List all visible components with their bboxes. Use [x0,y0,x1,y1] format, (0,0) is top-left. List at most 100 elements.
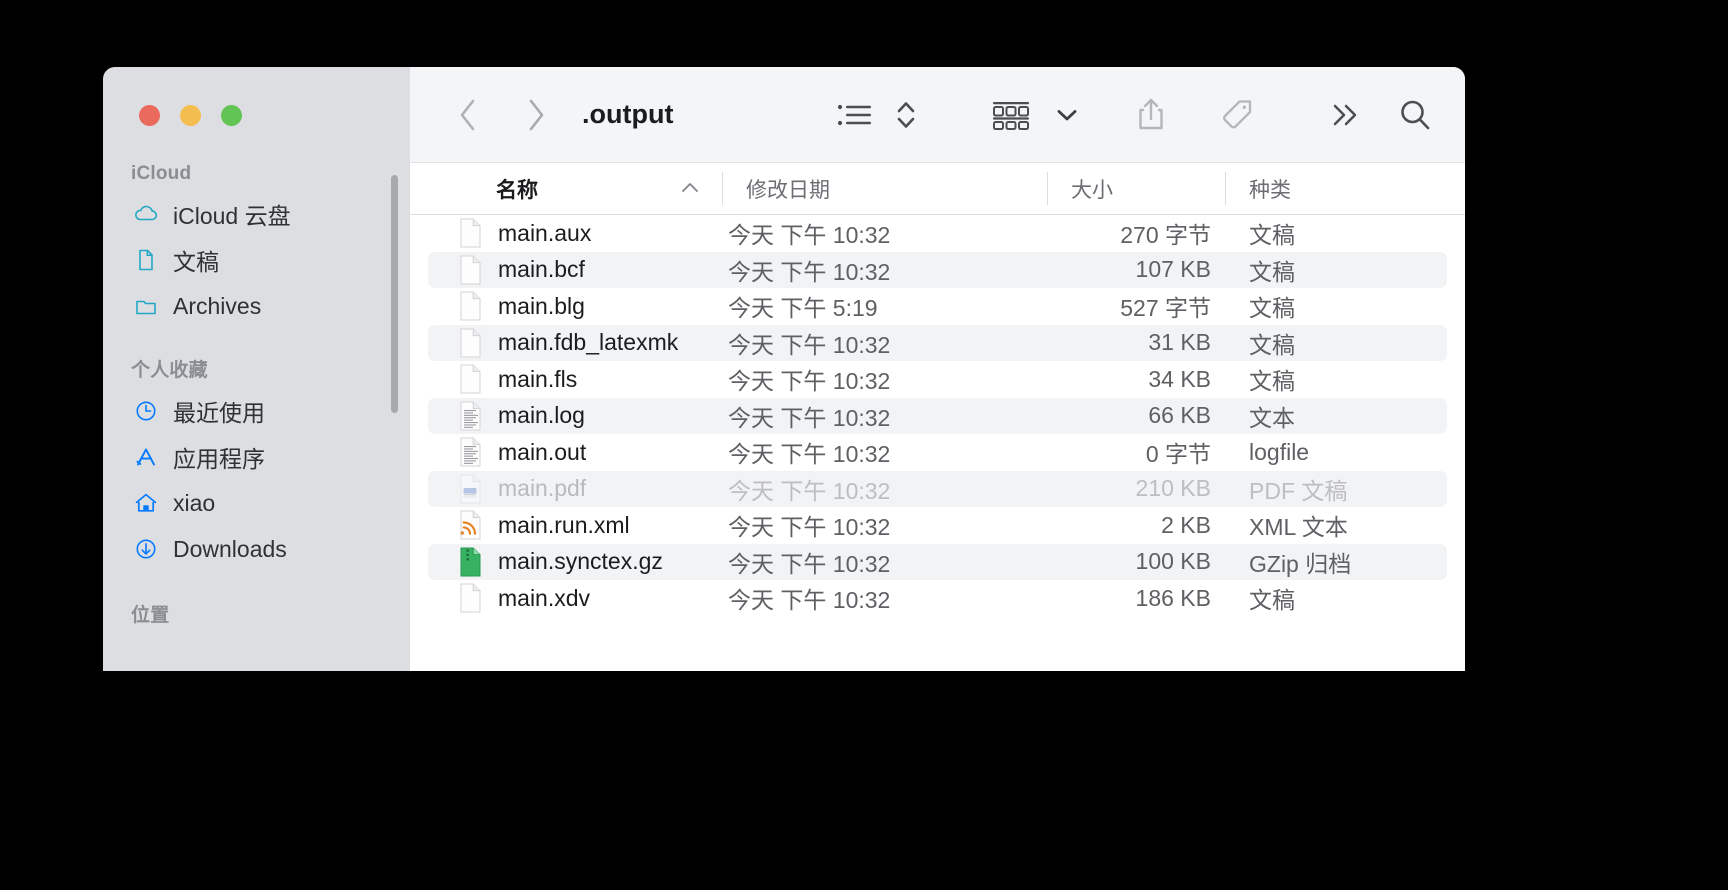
file-kind: XML 文本 [1249,514,1348,541]
share-icon[interactable] [1129,89,1173,141]
file-size: 107 KB [1135,256,1211,283]
sort-ascending-icon [680,179,700,199]
folder-icon [133,293,159,319]
back-button[interactable] [444,91,492,139]
applications-icon [133,444,159,470]
column-header-date-modified[interactable]: 修改日期 [722,163,1047,214]
file-date-modified: 今天 下午 5:19 [728,295,878,322]
sort-updown-icon[interactable] [889,89,923,141]
file-row[interactable]: main.aux 今天 下午 10:32 270 字节 文稿 [428,215,1447,252]
sidebar-section-icloud: iCloud [131,163,192,184]
sidebar-item-label: Downloads [173,535,287,562]
list-view-icon[interactable] [831,89,879,141]
zoom-button[interactable] [221,105,242,126]
file-name: main.pdf [498,475,587,502]
search-icon[interactable] [1391,89,1439,141]
file-name-cell: main.out [428,437,722,467]
file-row[interactable]: main.out 今天 下午 10:32 0 字节 logfile [428,434,1447,471]
file-name: main.out [498,438,587,465]
file-kind: PDF 文稿 [1249,477,1348,504]
sidebar-item-label: 应用程序 [173,446,265,472]
blank-doc-icon [458,291,484,321]
file-date-modified: 今天 下午 10:32 [728,550,891,577]
sidebar: iCloud iCloud 云盘 文稿 Archives 个人收藏 最近使用 应… [103,67,410,671]
sidebar-item-home[interactable]: xiao [103,480,410,526]
file-date-modified: 今天 下午 10:32 [728,258,891,285]
sidebar-item-archives[interactable]: Archives [103,283,410,329]
file-list[interactable]: main.aux 今天 下午 10:32 270 字节 文稿 main.bcf 今天 下午… [410,215,1465,671]
file-name: main.fdb_latexmk [498,329,679,356]
file-date-modified: 今天 下午 10:32 [728,368,891,395]
column-label-name: 名称 [496,178,538,202]
sidebar-item-icloud-drive[interactable]: iCloud 云盘 [103,191,410,237]
close-button[interactable] [139,105,160,126]
column-label-size: 大小 [1071,178,1113,202]
cloud-icon [133,201,159,227]
toolbar: .output [410,67,1465,163]
sidebar-scrollbar[interactable] [391,175,398,413]
file-date-modified: 今天 下午 10:32 [728,404,891,431]
minimize-button[interactable] [180,105,201,126]
column-headers: 名称 修改日期 大小 种类 [410,163,1465,215]
group-by-icon[interactable] [985,89,1037,141]
file-size: 0 字节 [1145,441,1211,468]
file-date-modified: 今天 下午 10:32 [728,587,891,614]
sidebar-item-label: xiao [173,489,216,516]
finder-window: iCloud iCloud 云盘 文稿 Archives 个人收藏 最近使用 应… [103,67,1465,671]
sidebar-item-recents[interactable]: 最近使用 [103,388,410,434]
file-name: main.aux [498,219,592,246]
file-size: 100 KB [1135,548,1211,575]
file-row[interactable]: main.fls 今天 下午 10:32 34 KB 文稿 [428,361,1447,398]
file-kind: logfile [1249,438,1310,465]
file-name: main.bcf [498,256,585,283]
column-header-size[interactable]: 大小 [1047,163,1225,214]
file-row[interactable]: main.bcf 今天 下午 10:32 107 KB 文稿 [428,251,1447,288]
file-row[interactable]: main.run.xml 今天 下午 10:32 2 KB XML 文本 [428,507,1447,544]
sidebar-item-applications[interactable]: 应用程序 [103,434,410,480]
double-chevron-right-icon[interactable] [1323,89,1369,141]
page-title: .output [582,99,674,129]
file-row[interactable]: main.pdf 今天 下午 10:32 210 KB PDF 文稿 [428,470,1447,507]
column-header-name[interactable]: 名称 [410,163,722,214]
file-name-cell: main.synctex.gz [428,547,722,577]
file-size: 270 字节 [1120,222,1211,249]
file-name-cell: main.fls [428,364,722,394]
tag-icon[interactable] [1213,89,1261,141]
column-label-date: 修改日期 [746,178,830,202]
file-kind: 文本 [1249,404,1295,431]
file-row[interactable]: main.log 今天 下午 10:32 66 KB 文本 [428,397,1447,434]
pdf-doc-icon [458,474,484,504]
archive-doc-icon [458,547,484,577]
clock-icon [133,398,159,424]
xml-rss-doc-icon [458,510,484,540]
blank-doc-icon [458,218,484,248]
column-header-kind[interactable]: 种类 [1225,163,1465,214]
forward-button[interactable] [512,91,560,139]
file-row[interactable]: main.synctex.gz 今天 下午 10:32 100 KB GZip 归档 [428,543,1447,580]
file-kind: 文稿 [1249,331,1295,358]
file-name: main.blg [498,292,585,319]
home-icon [133,490,159,516]
blank-doc-icon [458,255,484,285]
text-doc-icon [458,401,484,431]
blank-doc-icon [458,364,484,394]
sidebar-item-downloads[interactable]: Downloads [103,526,410,572]
document-icon [133,247,159,273]
file-row[interactable]: main.blg 今天 下午 5:19 527 字节 文稿 [428,288,1447,325]
file-name: main.xdv [498,584,591,611]
file-name: main.run.xml [498,511,630,538]
file-kind: 文稿 [1249,222,1295,249]
file-row[interactable]: main.xdv 今天 下午 10:32 186 KB 文稿 [428,580,1447,617]
main-pane: .output 名称 修改日期 大小 种类 main.aux 今天 下午 10:… [410,67,1465,671]
file-size: 66 KB [1148,402,1211,429]
sidebar-section-favorites: 个人收藏 [131,360,208,381]
file-size: 186 KB [1135,584,1211,611]
blank-doc-icon [458,583,484,613]
file-kind: 文稿 [1249,368,1295,395]
downloads-arrow-icon [133,536,159,562]
chevron-down-icon[interactable] [1049,89,1085,141]
sidebar-item-documents[interactable]: 文稿 [103,237,410,283]
file-name-cell: main.run.xml [428,510,722,540]
sidebar-item-label: iCloud 云盘 [173,203,291,229]
file-row[interactable]: main.fdb_latexmk 今天 下午 10:32 31 KB 文稿 [428,324,1447,361]
